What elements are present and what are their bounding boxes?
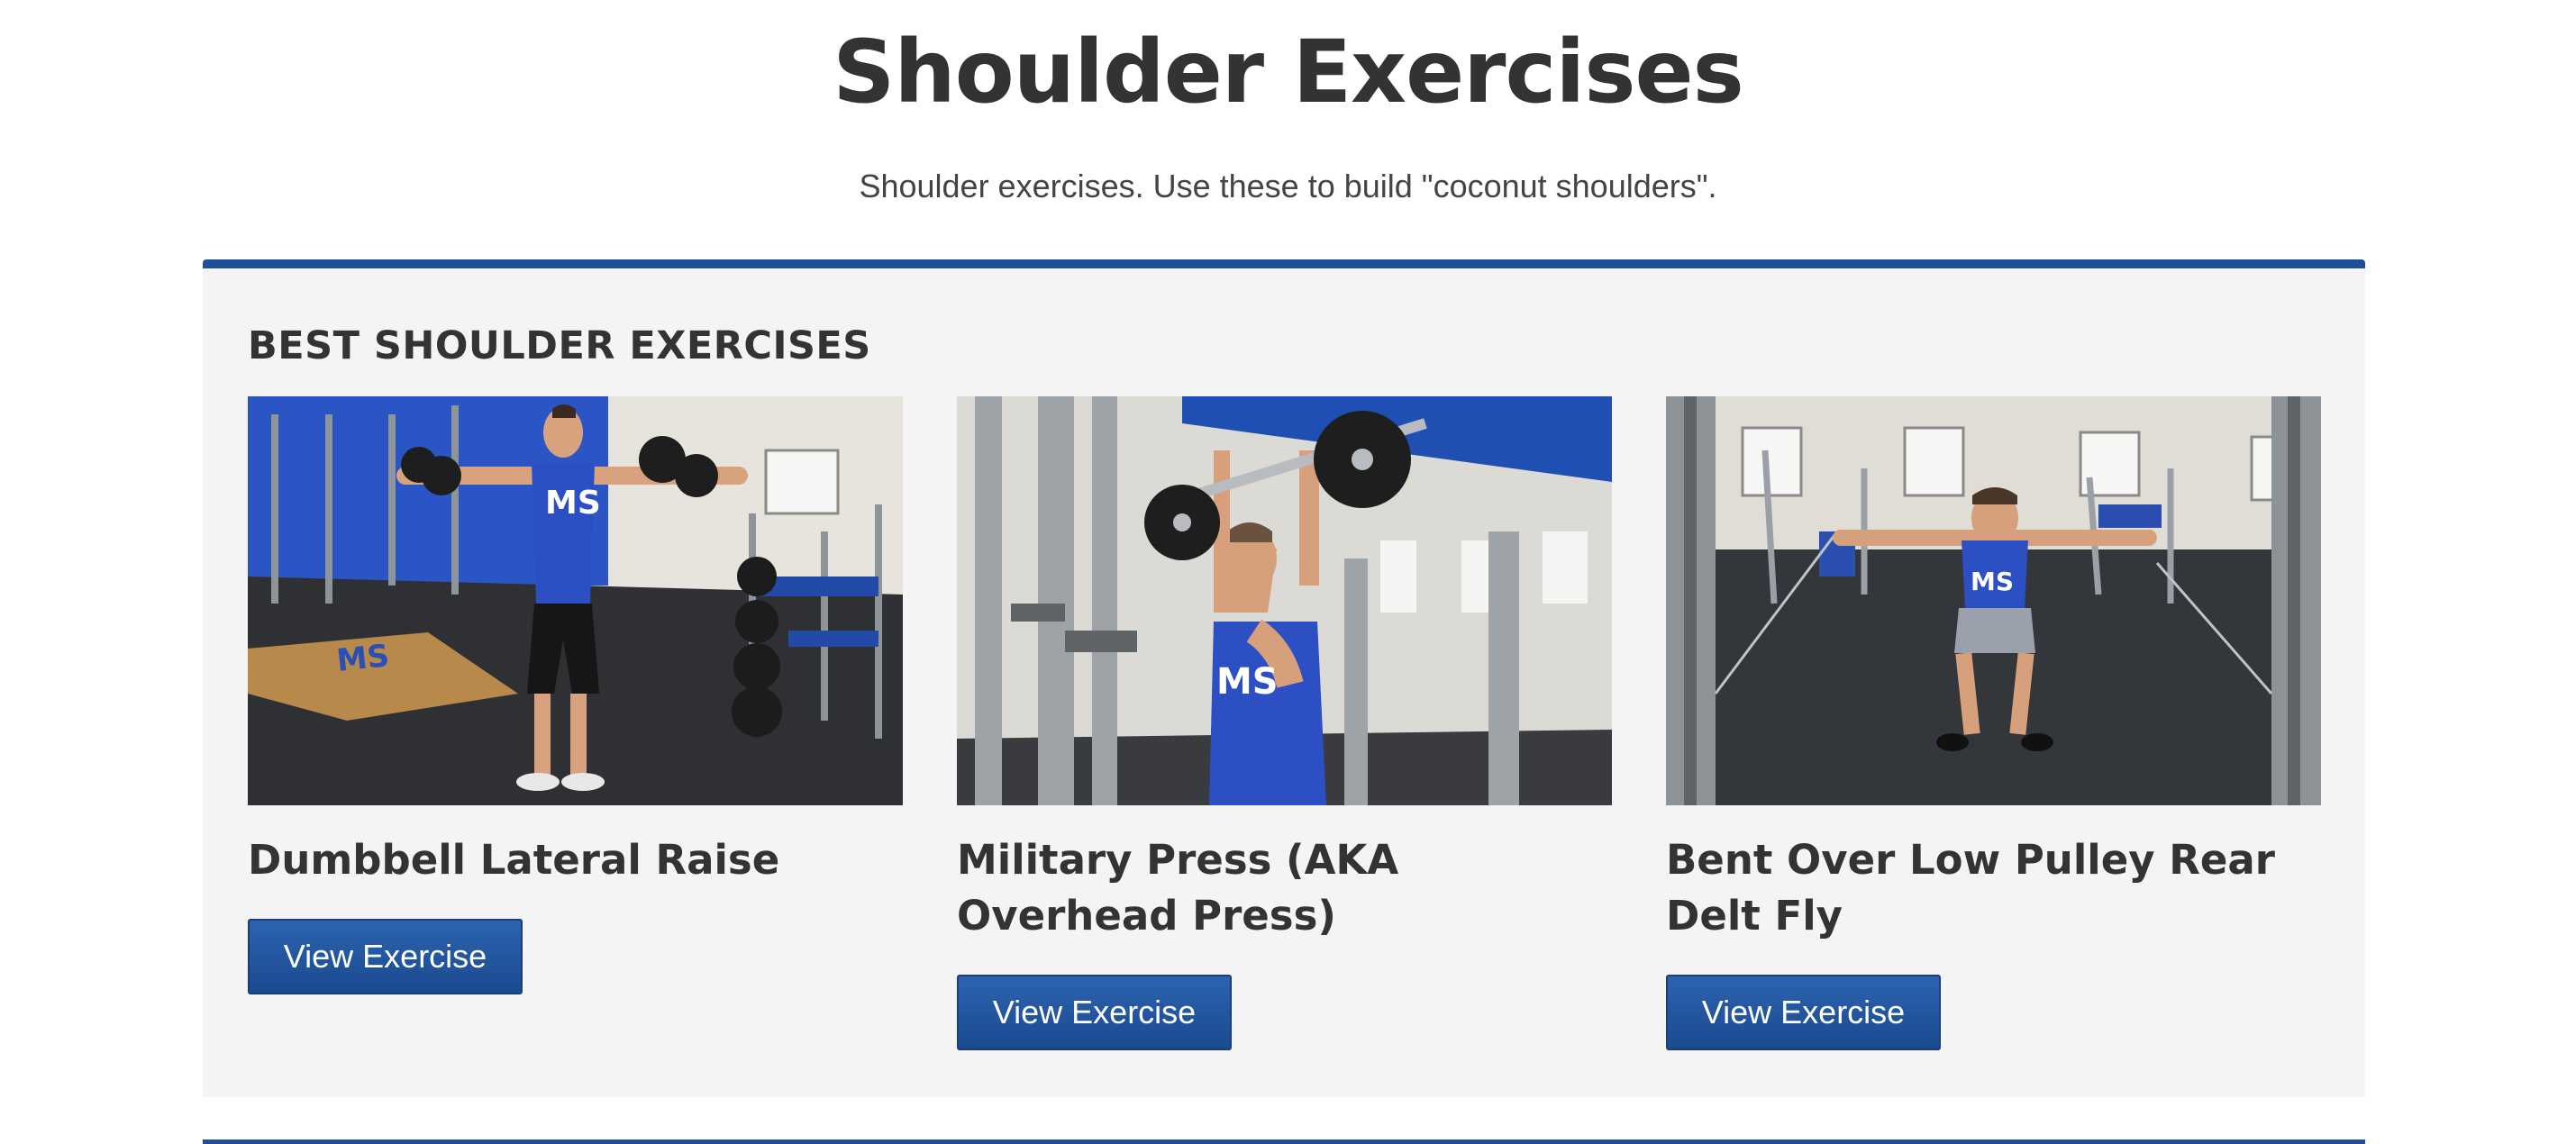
view-exercise-button[interactable]: View Exercise	[957, 975, 1232, 1050]
military-press-photo: MS	[957, 396, 1612, 805]
rear-delt-fly-photo: MS	[1666, 396, 2321, 805]
page-subtitle: Shoulder exercises. Use these to build "…	[859, 168, 1717, 204]
exercise-image[interactable]: MS	[248, 396, 903, 805]
best-exercises-section: BEST SHOULDER EXERCISES MS MS Dumbbell L…	[203, 259, 2365, 1097]
exercise-card: MS Military Press (AKA Overhead Press) V…	[957, 396, 1612, 1050]
exercise-title[interactable]: Bent Over Low Pulley Rear Delt Fly	[1666, 832, 2321, 944]
view-exercise-button[interactable]: View Exercise	[248, 919, 523, 994]
section-title: BEST SHOULDER EXERCISES	[248, 323, 871, 368]
svg-text:MS: MS	[335, 638, 391, 679]
exercise-image[interactable]: MS	[957, 396, 1612, 805]
view-exercise-button[interactable]: View Exercise	[1666, 975, 1941, 1050]
exercise-title[interactable]: Dumbbell Lateral Raise	[248, 832, 903, 888]
svg-text:MS: MS	[1971, 567, 2014, 596]
svg-text:MS: MS	[545, 485, 601, 522]
exercise-image[interactable]: MS	[1666, 396, 2321, 805]
exercise-title[interactable]: Military Press (AKA Overhead Press)	[957, 832, 1612, 944]
exercise-card: MS Bent Over Low Pulley Rear Delt Fly Vi…	[1666, 396, 2321, 1050]
section-divider	[203, 1139, 2365, 1144]
lateral-raise-photo: MS MS	[248, 396, 903, 805]
svg-text:MS: MS	[1216, 661, 1279, 703]
exercise-card: MS MS Dumbbell Lateral Raise View Exerci…	[248, 396, 903, 994]
page-title: Shoulder Exercises	[833, 22, 1743, 123]
